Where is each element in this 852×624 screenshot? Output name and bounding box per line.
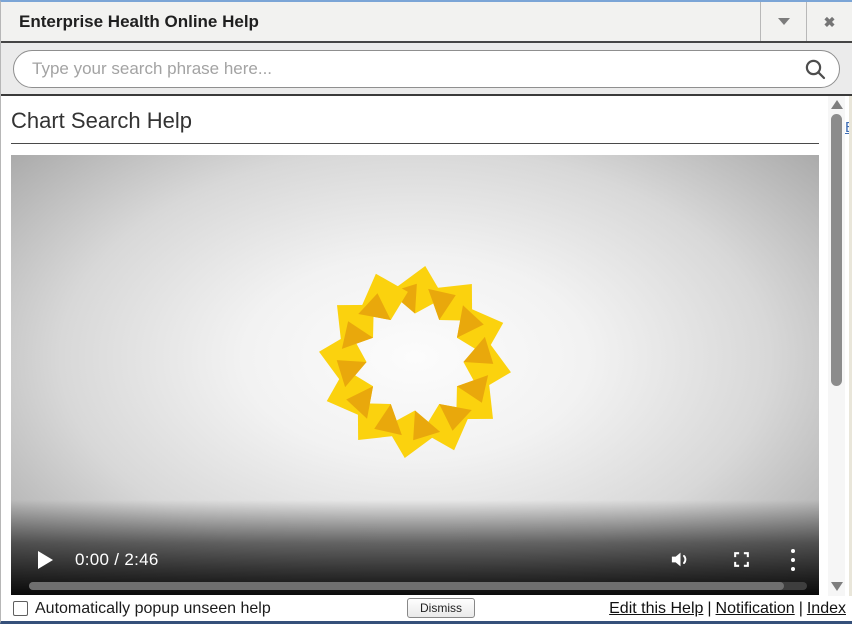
scrollbar-thumb[interactable] [831,114,842,386]
page-title: Chart Search Help [11,108,852,134]
search-box [13,50,840,88]
search-section [1,43,852,96]
autopopup-checkbox[interactable] [13,601,28,616]
dismiss-button[interactable]: Dismiss [407,598,475,618]
link-separator: | [707,600,711,617]
pinwheel-logo [313,259,518,464]
footer-bar: Automatically popup unseen help Dismiss … [1,596,852,621]
search-input[interactable] [30,58,803,80]
scrollbar-down-icon[interactable] [831,582,843,591]
edit-help-link[interactable]: Edit this Help [609,600,703,617]
clipped-edit-link: E [845,118,849,137]
video-player[interactable]: 0:00 / 2:46 [11,155,819,595]
volume-button[interactable] [669,548,692,571]
help-content: Chart Search Help [1,96,852,596]
video-controls: 0:00 / 2:46 [11,546,819,573]
notification-link[interactable]: Notification [716,600,795,617]
collapse-button[interactable] [760,2,806,41]
scrollbar-up-icon[interactable] [831,100,843,109]
link-separator: | [799,600,803,617]
video-menu-button[interactable] [791,546,795,573]
search-icon[interactable] [803,57,827,81]
chevron-down-icon [778,18,790,25]
titlebar: Enterprise Health Online Help ✖ [1,2,852,43]
help-dialog: Enterprise Health Online Help ✖ Chart Se… [0,0,852,624]
close-button[interactable]: ✖ [806,2,852,41]
play-button[interactable] [38,551,53,569]
content-scrollbar[interactable] [828,96,845,596]
autopopup-label: Automatically popup unseen help [35,600,271,618]
heading-divider [11,143,819,144]
video-buffered-bar [29,582,784,590]
close-icon: ✖ [824,15,836,29]
footer-links: Edit this Help|Notification|Index [609,600,846,618]
dialog-title: Enterprise Health Online Help [1,2,760,41]
video-progress-bar[interactable] [29,582,807,590]
video-time-display: 0:00 / 2:46 [75,550,159,570]
index-link[interactable]: Index [807,600,846,617]
fullscreen-button[interactable] [732,550,751,569]
